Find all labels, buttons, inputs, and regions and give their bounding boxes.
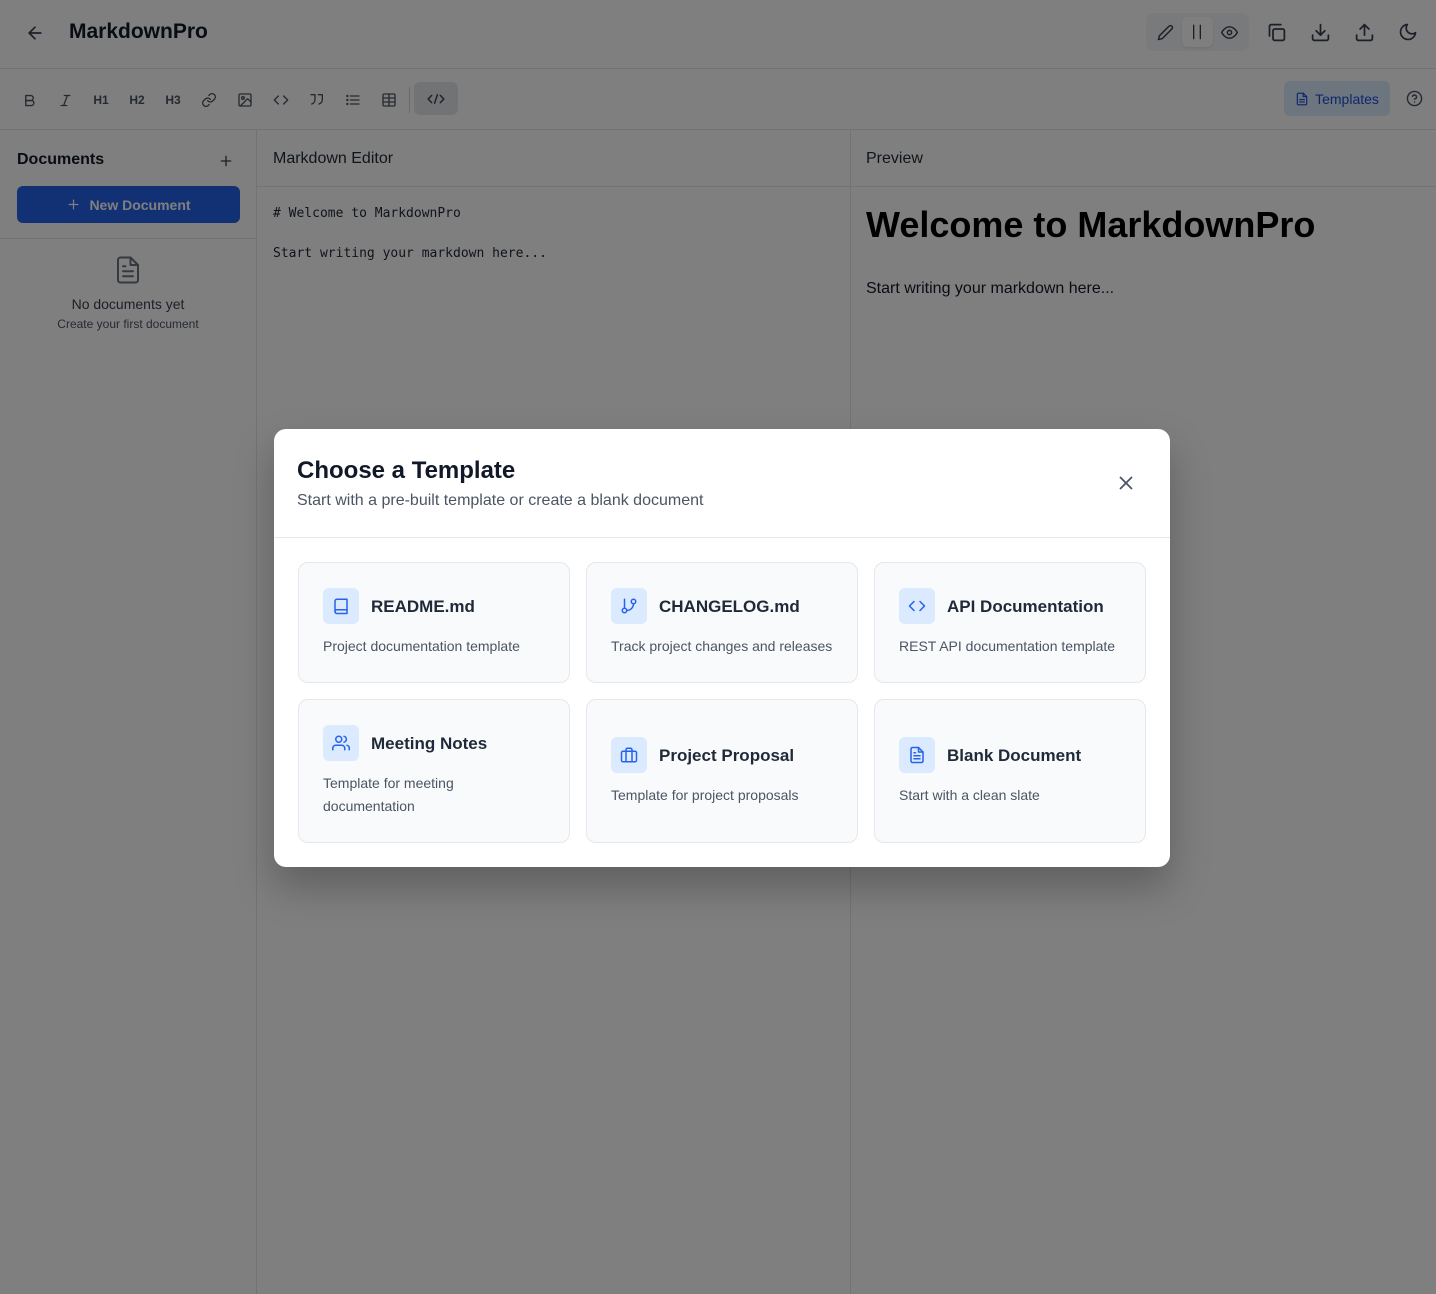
close-icon (1119, 476, 1133, 490)
template-name: README.md (371, 597, 475, 616)
template-modal: Choose a Template Start with a pre-built… (274, 429, 1170, 867)
file-text-icon (899, 737, 935, 773)
template-card-meeting-notes[interactable]: Meeting Notes Template for meeting docum… (298, 699, 570, 843)
template-card-blank-document[interactable]: Blank Document Start with a clean slate (874, 699, 1146, 843)
template-description: REST API documentation template (899, 638, 1116, 654)
template-description: Template for meeting documentation (323, 775, 454, 814)
template-description: Template for project proposals (611, 787, 799, 803)
template-name: API Documentation (947, 597, 1104, 616)
template-card-api-documentation[interactable]: API Documentation REST API documentation… (874, 562, 1146, 683)
template-card-readme[interactable]: README.md Project documentation template (298, 562, 570, 683)
modal-title: Choose a Template (297, 457, 516, 484)
users-icon (323, 725, 359, 761)
template-name: Meeting Notes (371, 734, 488, 753)
template-card-project-proposal[interactable]: Project Proposal Template for project pr… (586, 699, 858, 843)
template-card-changelog[interactable]: CHANGELOG.md Track project changes and r… (586, 562, 858, 683)
modal-header: Choose a Template Start with a pre-built… (274, 429, 1170, 538)
template-name: CHANGELOG.md (659, 597, 800, 616)
template-name: Project Proposal (659, 746, 795, 765)
template-name: Blank Document (947, 746, 1082, 765)
template-description: Track project changes and releases (611, 638, 833, 654)
template-description: Project documentation template (323, 638, 520, 654)
template-description: Start with a clean slate (899, 787, 1040, 803)
modal-subtitle: Start with a pre-built template or creat… (297, 492, 704, 509)
briefcase-icon (611, 737, 647, 773)
close-button[interactable] (1112, 469, 1140, 497)
book-icon (323, 588, 359, 624)
git-branch-icon (611, 588, 647, 624)
code-icon (899, 588, 935, 624)
